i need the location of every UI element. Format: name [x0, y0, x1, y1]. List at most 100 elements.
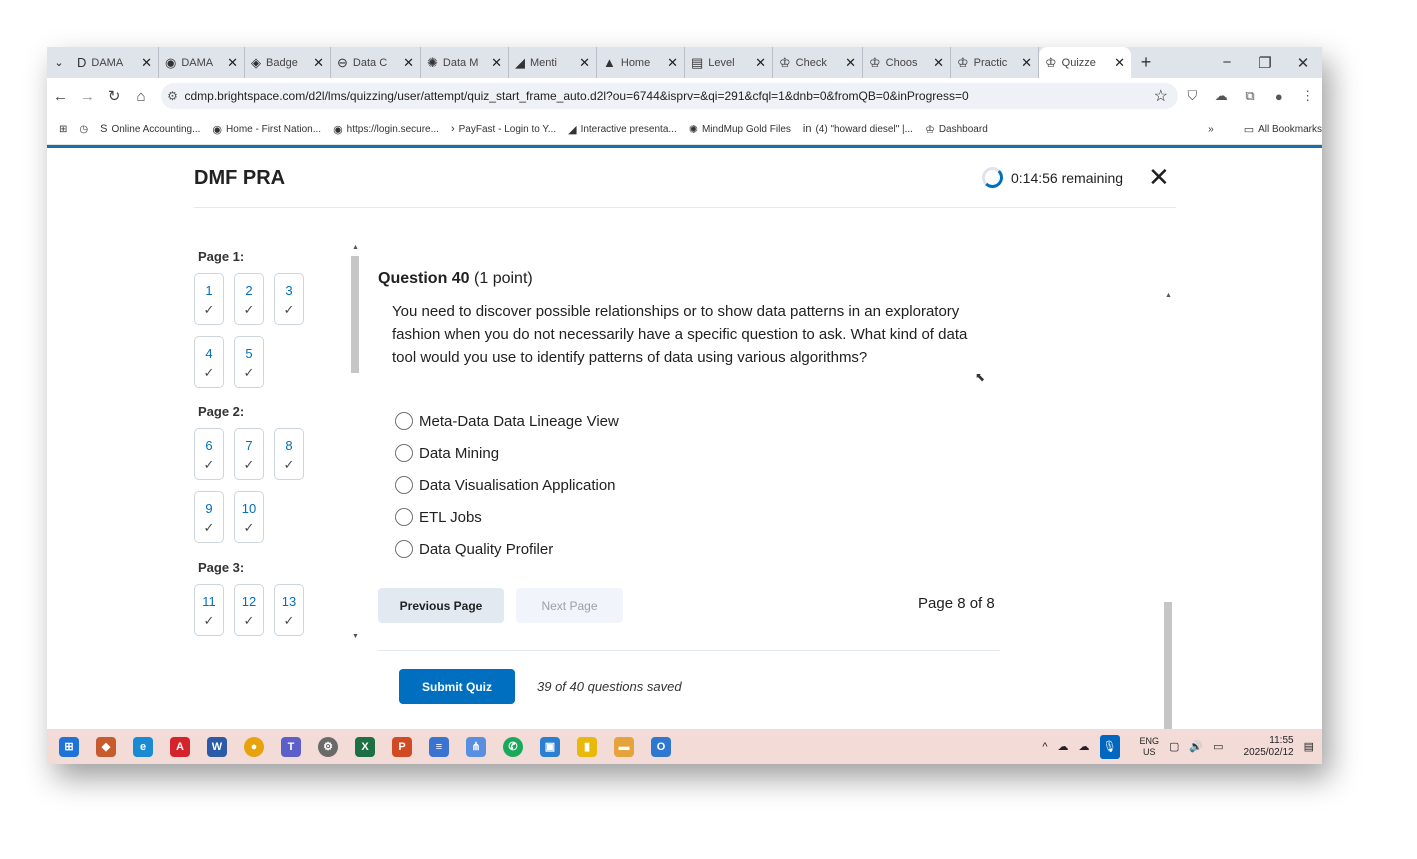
- close-window-icon[interactable]: ✕: [1284, 54, 1322, 72]
- tab-close-icon[interactable]: ✕: [483, 55, 502, 71]
- app-icon-1[interactable]: ◆: [96, 736, 116, 757]
- reload-icon[interactable]: ↻: [101, 87, 128, 105]
- url-field[interactable]: ⚙ cdmp.brightspace.com/d2l/lms/quizzing/…: [160, 83, 1178, 109]
- all-bookmarks[interactable]: ▭ All Bookmarks: [1244, 123, 1322, 136]
- site-info-icon[interactable]: ⚙: [161, 89, 185, 103]
- bookmark-item[interactable]: ◢ Interactive presenta...: [568, 123, 677, 136]
- display-icon[interactable]: ▢: [1169, 740, 1179, 753]
- question-link[interactable]: 10 ✓: [234, 491, 264, 543]
- onedrive-icon[interactable]: ☁: [1058, 740, 1069, 753]
- browser-tab[interactable]: D DAMA ✕: [71, 47, 159, 78]
- browser-tab[interactable]: ⊖ Data C ✕: [331, 47, 421, 78]
- cloud-sync-icon[interactable]: ☁: [1079, 740, 1090, 753]
- bookmark-item[interactable]: S Online Accounting...: [100, 123, 200, 136]
- radio-button[interactable]: [395, 444, 413, 462]
- main-scroll-thumb[interactable]: [1164, 602, 1172, 736]
- tab-close-icon[interactable]: ✕: [395, 55, 414, 71]
- question-link[interactable]: 12 ✓: [234, 584, 264, 636]
- browser-tab[interactable]: ◈ Badge ✕: [245, 47, 331, 78]
- bookmark-star-icon[interactable]: ☆: [1154, 86, 1168, 106]
- minimize-icon[interactable]: −: [1208, 54, 1246, 72]
- powerpoint-icon[interactable]: P: [392, 736, 412, 757]
- windows-start-icon[interactable]: ⊞: [59, 736, 79, 757]
- radio-button[interactable]: [395, 540, 413, 558]
- tab-close-icon[interactable]: ✕: [305, 55, 324, 71]
- question-link[interactable]: 9 ✓: [194, 491, 224, 543]
- browser-tab[interactable]: ♔ Practic ✕: [951, 47, 1039, 78]
- more-bookmarks-icon[interactable]: »: [1208, 124, 1214, 135]
- bookmark-item[interactable]: ◉ Home - First Nation...: [212, 123, 321, 136]
- tab-close-icon[interactable]: ✕: [571, 55, 590, 71]
- apps-icon[interactable]: ⊞: [59, 124, 67, 135]
- notepad-icon[interactable]: ≡: [429, 736, 449, 757]
- answer-option[interactable]: ETL Jobs: [395, 508, 482, 526]
- bookmark-item[interactable]: in (4) "howard diesel" |...: [803, 123, 913, 136]
- close-quiz-icon[interactable]: ✕: [1148, 162, 1170, 193]
- radio-button[interactable]: [395, 508, 413, 526]
- browser-tab[interactable]: ✺ Data M ✕: [421, 47, 509, 78]
- tab-close-icon[interactable]: ✕: [747, 55, 766, 71]
- history-icon[interactable]: ◷: [79, 124, 88, 135]
- teams-icon[interactable]: T: [281, 736, 301, 757]
- outlook-icon[interactable]: O: [651, 736, 671, 757]
- cloud-icon[interactable]: ☁: [1207, 88, 1236, 104]
- chrome-icon[interactable]: ●: [244, 736, 264, 757]
- avatar[interactable]: ●: [1264, 89, 1293, 104]
- answer-option[interactable]: Data Visualisation Application: [395, 476, 616, 494]
- tab-close-icon[interactable]: ✕: [219, 55, 238, 71]
- question-link[interactable]: 11 ✓: [194, 584, 224, 636]
- excel-icon[interactable]: X: [355, 736, 375, 757]
- bookmark-item[interactable]: ✺ MindMup Gold Files: [689, 123, 791, 136]
- file-explorer-icon[interactable]: ▬: [614, 736, 634, 757]
- nav-scroll-thumb[interactable]: [351, 256, 359, 373]
- answer-option[interactable]: Data Mining: [395, 444, 499, 462]
- radio-button[interactable]: [395, 412, 413, 430]
- answer-option[interactable]: Meta-Data Data Lineage View: [395, 412, 619, 430]
- clock[interactable]: 11:55 2025/02/12: [1234, 735, 1294, 759]
- bookmark-item[interactable]: ♔ Dashboard: [925, 123, 988, 136]
- back-icon[interactable]: ←: [47, 88, 74, 105]
- whatsapp-icon[interactable]: ✆: [503, 736, 523, 757]
- tab-close-icon[interactable]: ✕: [837, 55, 856, 71]
- previous-page-button[interactable]: Previous Page: [378, 588, 504, 623]
- submit-quiz-button[interactable]: Submit Quiz: [399, 669, 515, 704]
- question-link[interactable]: 1 ✓: [194, 273, 224, 325]
- browser-tab[interactable]: ◉ DAMA ✕: [159, 47, 245, 78]
- tab-search-chevron-icon[interactable]: ⌄: [47, 56, 71, 69]
- tab-close-icon[interactable]: ✕: [1013, 55, 1032, 71]
- edge-icon[interactable]: e: [133, 736, 153, 757]
- question-link[interactable]: 7 ✓: [234, 428, 264, 480]
- shield-icon[interactable]: ⛉: [1178, 88, 1207, 104]
- bookmark-item[interactable]: ◉ https://login.secure...: [333, 123, 439, 136]
- browser-tab[interactable]: ♔ Choos ✕: [863, 47, 951, 78]
- nav-scrollbar[interactable]: ▲ ▼: [349, 244, 361, 642]
- answer-option[interactable]: Data Quality Profiler: [395, 540, 553, 558]
- tab-close-icon[interactable]: ✕: [1106, 55, 1125, 71]
- home-icon[interactable]: ⌂: [128, 88, 155, 105]
- browser-tab[interactable]: ♔ Check ✕: [773, 47, 863, 78]
- word-icon[interactable]: W: [207, 736, 227, 757]
- question-link[interactable]: 6 ✓: [194, 428, 224, 480]
- bookmark-item[interactable]: › PayFast - Login to Y...: [451, 123, 556, 136]
- radio-button[interactable]: [395, 476, 413, 494]
- browser-tab[interactable]: ♔ Quizze ✕: [1039, 47, 1131, 78]
- photos-icon[interactable]: ▣: [540, 736, 560, 757]
- tab-close-icon[interactable]: ✕: [659, 55, 678, 71]
- question-link[interactable]: 4 ✓: [194, 336, 224, 388]
- menu-icon[interactable]: ⋮: [1293, 88, 1322, 104]
- browser-tab[interactable]: ▲ Home ✕: [597, 47, 685, 78]
- tab-close-icon[interactable]: ✕: [925, 55, 944, 71]
- volume-icon[interactable]: 🔊: [1189, 740, 1203, 753]
- question-link[interactable]: 13 ✓: [274, 584, 304, 636]
- question-link[interactable]: 8 ✓: [274, 428, 304, 480]
- browser-tab[interactable]: ▤ Level ✕: [685, 47, 773, 78]
- main-scroll-up-icon[interactable]: ▲: [1165, 292, 1172, 299]
- new-tab-button[interactable]: +: [1131, 52, 1161, 73]
- powerbi-icon[interactable]: ▮: [577, 736, 597, 757]
- notification-icon[interactable]: ▤: [1304, 740, 1314, 753]
- question-link[interactable]: 2 ✓: [234, 273, 264, 325]
- microphone-icon[interactable]: 🎙: [1099, 734, 1120, 759]
- question-link[interactable]: 3 ✓: [274, 273, 304, 325]
- tab-close-icon[interactable]: ✕: [133, 55, 152, 71]
- forward-icon[interactable]: →: [74, 88, 101, 105]
